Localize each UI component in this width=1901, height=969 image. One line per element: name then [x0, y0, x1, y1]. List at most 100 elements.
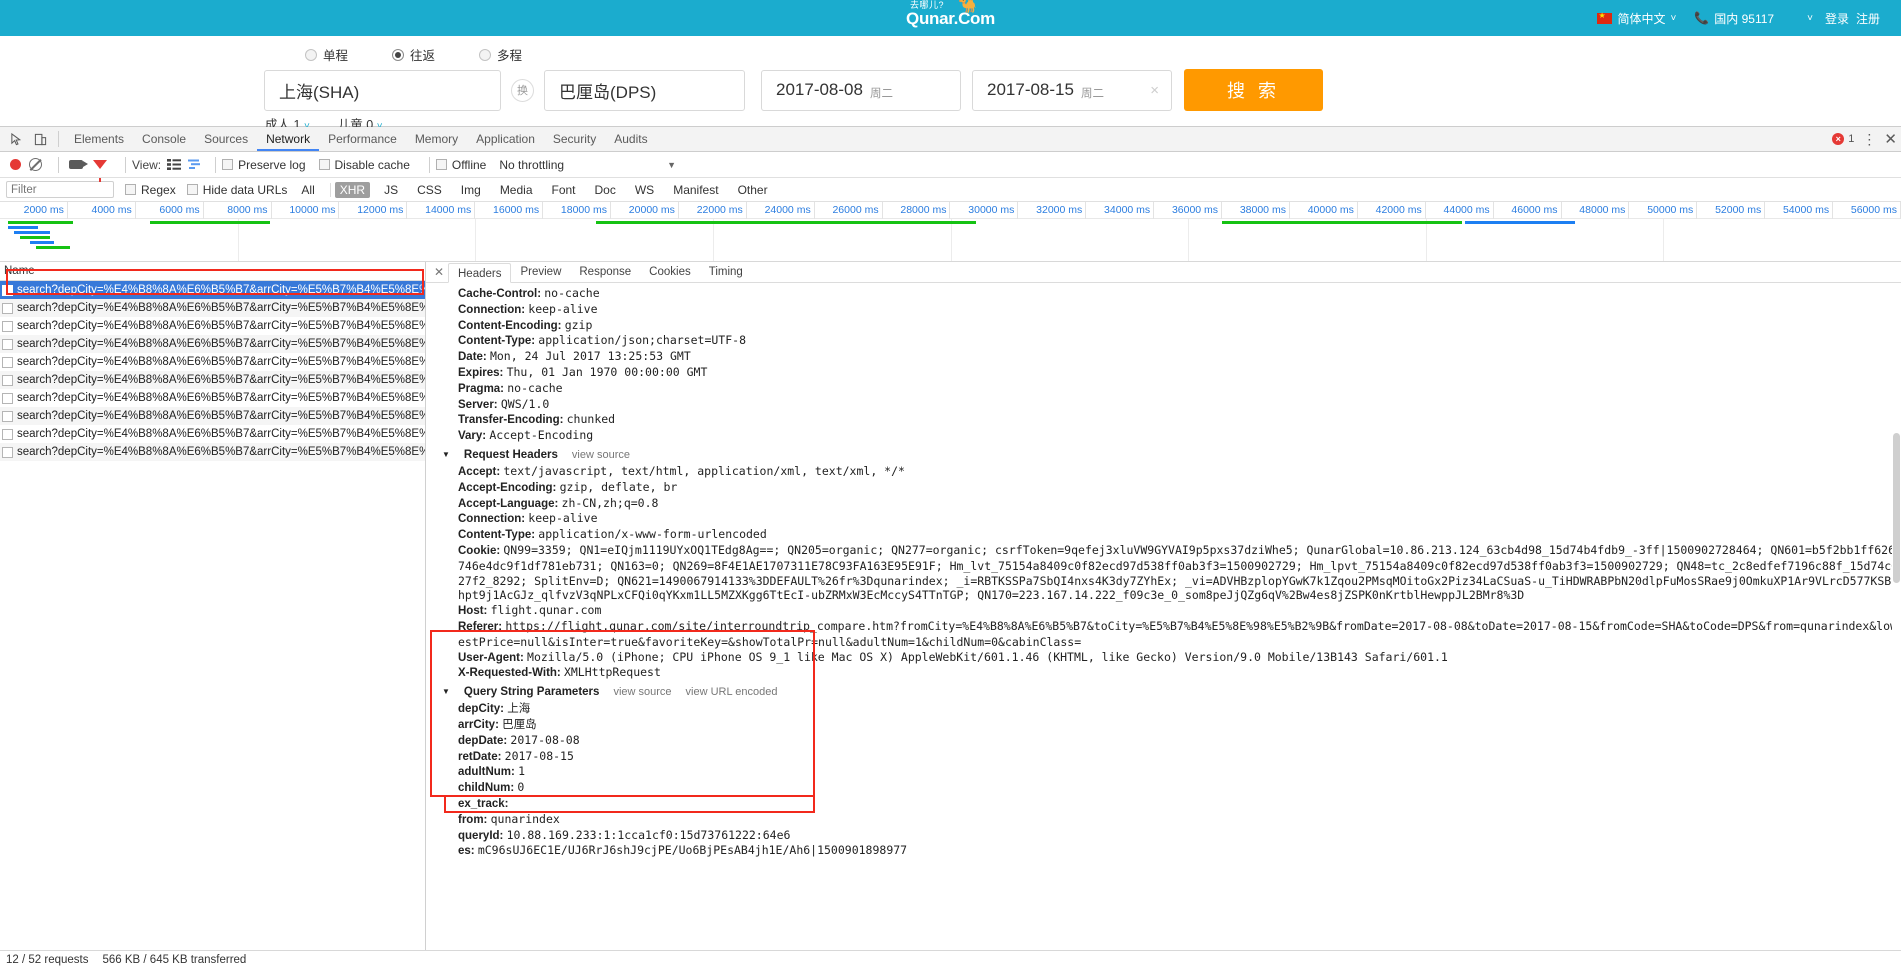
- detail-tab-preview[interactable]: Preview: [511, 262, 570, 282]
- type-filter-font[interactable]: Font: [547, 182, 581, 198]
- trip-type-roundtrip[interactable]: 往返: [392, 45, 435, 64]
- details-section-title[interactable]: ▼ Request Headers view source: [436, 444, 1901, 464]
- timeline-bar: [150, 221, 270, 224]
- request-row-checkbox-icon[interactable]: [2, 356, 13, 368]
- capture-screenshots-icon[interactable]: [69, 160, 88, 169]
- request-row-checkbox-icon[interactable]: [2, 338, 13, 350]
- type-filter-js[interactable]: JS: [379, 182, 403, 198]
- request-row-checkbox-icon[interactable]: [2, 284, 13, 296]
- request-row-checkbox-icon[interactable]: [2, 320, 13, 332]
- section-link[interactable]: view source: [613, 684, 671, 700]
- type-filter-img[interactable]: Img: [456, 182, 486, 198]
- departure-date-input[interactable]: 2017-08-08 周二: [761, 69, 961, 111]
- request-row[interactable]: search?depCity=%E4%B8%8A%E6%B5%B7&arrCit…: [0, 335, 425, 353]
- section-link[interactable]: view source: [572, 447, 630, 463]
- trip-type-oneway[interactable]: 单程: [305, 45, 348, 64]
- throttling-select[interactable]: No throttling: [499, 158, 564, 172]
- error-badge[interactable]: × 1: [1832, 133, 1854, 145]
- filter-input[interactable]: [6, 181, 114, 198]
- type-filter-xhr[interactable]: XHR: [334, 181, 371, 198]
- phone-selector[interactable]: 📞 国内 95117 ˅: [1694, 10, 1813, 27]
- details-section-title[interactable]: ▼ Query String Parameters view source view …: [436, 681, 1901, 701]
- request-row-checkbox-icon[interactable]: [2, 410, 13, 422]
- request-row[interactable]: search?depCity=%E4%B8%8A%E6%B5%B7&arrCit…: [0, 281, 425, 299]
- type-filter-all[interactable]: All: [296, 182, 319, 198]
- request-row[interactable]: search?depCity=%E4%B8%8A%E6%B5%B7&arrCit…: [0, 317, 425, 335]
- tab-sources[interactable]: Sources: [195, 127, 257, 151]
- hide-data-urls-checkbox[interactable]: Hide data URLs: [186, 183, 287, 197]
- type-filter-css[interactable]: CSS: [412, 182, 447, 198]
- request-row-checkbox-icon[interactable]: [2, 374, 13, 386]
- header-name: User-Agent:: [458, 651, 528, 664]
- request-row-checkbox-icon[interactable]: [2, 392, 13, 404]
- list-view-icon[interactable]: [167, 159, 182, 170]
- login-link[interactable]: 登录: [1825, 10, 1849, 27]
- inspect-element-icon[interactable]: [4, 127, 28, 151]
- triangle-down-icon[interactable]: ▼: [442, 447, 450, 463]
- language-selector[interactable]: 简体中文 ˅: [1597, 10, 1676, 27]
- preserve-log-checkbox[interactable]: Preserve log: [222, 158, 306, 172]
- regex-checkbox[interactable]: Regex: [125, 183, 176, 197]
- details-scroll-thumb[interactable]: [1893, 433, 1900, 583]
- tab-memory[interactable]: Memory: [406, 127, 467, 151]
- close-details-icon[interactable]: ✕: [430, 265, 448, 279]
- detail-tab-cookies[interactable]: Cookies: [640, 262, 700, 282]
- tab-audits[interactable]: Audits: [605, 127, 656, 151]
- timeline-tick: 26000 ms: [815, 202, 883, 219]
- trip-type-multicity[interactable]: 多程: [479, 45, 522, 64]
- return-date-input[interactable]: 2017-08-15 周二 ×: [972, 69, 1172, 111]
- disable-cache-checkbox[interactable]: Disable cache: [318, 158, 410, 172]
- type-filter-ws[interactable]: WS: [630, 182, 659, 198]
- detail-tab-timing[interactable]: Timing: [700, 262, 752, 282]
- type-filter-doc[interactable]: Doc: [590, 182, 621, 198]
- request-row[interactable]: search?depCity=%E4%B8%8A%E6%B5%B7&arrCit…: [0, 299, 425, 317]
- clear-return-date-icon[interactable]: ×: [1150, 82, 1159, 99]
- chevron-down-icon-throttle[interactable]: ▼: [667, 160, 676, 170]
- waterfall-view-icon[interactable]: [188, 159, 202, 170]
- details-scrollbar[interactable]: [1892, 283, 1901, 950]
- tab-application[interactable]: Application: [467, 127, 544, 151]
- tab-elements[interactable]: Elements: [65, 127, 133, 151]
- swap-cities-button[interactable]: 换: [511, 78, 534, 102]
- tab-performance[interactable]: Performance: [319, 127, 406, 151]
- tab-security[interactable]: Security: [544, 127, 605, 151]
- request-row-checkbox-icon[interactable]: [2, 302, 13, 314]
- offline-checkbox[interactable]: Offline: [435, 158, 486, 172]
- type-filter-media[interactable]: Media: [495, 182, 538, 198]
- record-button-icon[interactable]: [10, 159, 21, 170]
- clear-button-icon[interactable]: [29, 158, 42, 171]
- detail-tab-headers[interactable]: Headers: [448, 263, 512, 283]
- request-row[interactable]: search?depCity=%E4%B8%8A%E6%B5%B7&arrCit…: [0, 425, 425, 443]
- request-row[interactable]: search?depCity=%E4%B8%8A%E6%B5%B7&arrCit…: [0, 443, 425, 461]
- triangle-down-icon[interactable]: ▼: [442, 684, 450, 700]
- request-row[interactable]: search?depCity=%E4%B8%8A%E6%B5%B7&arrCit…: [0, 371, 425, 389]
- qunar-logo[interactable]: 去哪儿? Qunar.Com 🐪: [906, 0, 995, 28]
- type-filter-other[interactable]: Other: [733, 182, 773, 198]
- camel-icon: 🐪: [958, 0, 977, 14]
- details-body[interactable]: Cache-Control: no-cache Connection: keep-…: [426, 283, 1901, 950]
- type-filter-manifest[interactable]: Manifest: [668, 182, 723, 198]
- toggle-device-toolbar-icon[interactable]: [28, 127, 52, 151]
- details-tabbar: ✕ Headers Preview Response Cookies Timin…: [426, 262, 1901, 283]
- request-row-checkbox-icon[interactable]: [2, 428, 13, 440]
- network-overview[interactable]: 2000 ms 4000 ms 6000 ms 8000 ms 10000 ms 1200…: [0, 202, 1901, 262]
- filter-funnel-icon[interactable]: [93, 160, 107, 182]
- devtools-panel: Elements Console Sources Network Perform…: [0, 126, 1901, 969]
- request-row[interactable]: search?depCity=%E4%B8%8A%E6%B5%B7&arrCit…: [0, 353, 425, 371]
- section-link[interactable]: view URL encoded: [686, 684, 778, 700]
- status-requests: 12 / 52 requests: [6, 954, 89, 966]
- request-row[interactable]: search?depCity=%E4%B8%8A%E6%B5%B7&arrCit…: [0, 389, 425, 407]
- request-row-checkbox-icon[interactable]: [2, 446, 13, 458]
- close-devtools-icon[interactable]: ✕: [1884, 130, 1897, 148]
- request-row[interactable]: search?depCity=%E4%B8%8A%E6%B5%B7&arrCit…: [0, 407, 425, 425]
- tab-console[interactable]: Console: [133, 127, 195, 151]
- more-options-icon[interactable]: ⋮: [1862, 132, 1876, 146]
- register-link[interactable]: 注册: [1856, 10, 1880, 27]
- search-button[interactable]: 搜 索: [1184, 69, 1323, 111]
- arrival-city-input[interactable]: 巴厘岛(DPS): [544, 69, 745, 111]
- tab-network[interactable]: Network: [257, 127, 320, 151]
- detail-tab-response[interactable]: Response: [570, 262, 640, 282]
- departure-city-input[interactable]: 上海(SHA): [264, 69, 501, 111]
- query-param-line: depCity: 上海: [436, 701, 1901, 717]
- header-name: Connection:: [458, 303, 529, 316]
